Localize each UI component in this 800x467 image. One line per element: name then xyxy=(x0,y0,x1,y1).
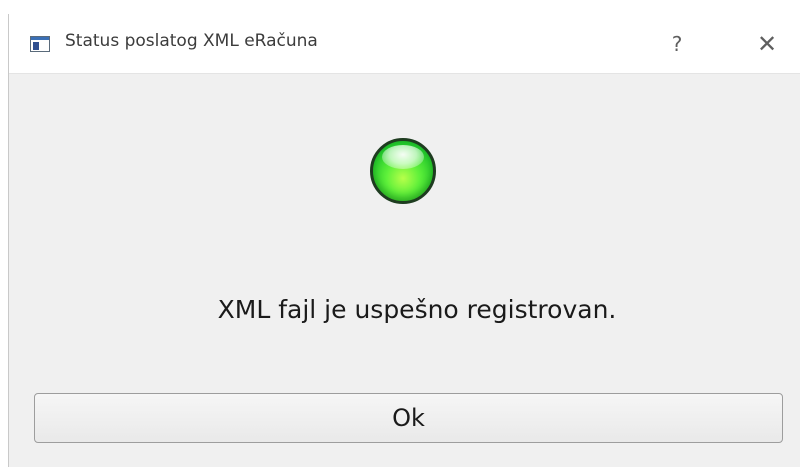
window-title: Status poslatog XML eRačuna xyxy=(65,31,318,51)
green-status-led-icon xyxy=(370,138,436,204)
help-button[interactable]: ? xyxy=(659,26,695,62)
app-window-icon xyxy=(30,36,50,52)
status-message: XML fajl je uspešno registrovan. xyxy=(217,295,617,324)
ok-button[interactable]: Ok xyxy=(34,393,783,443)
background-window-strip xyxy=(0,0,800,14)
title-bar[interactable]: Status poslatog XML eRačuna ? ✕ xyxy=(9,14,800,74)
close-button[interactable]: ✕ xyxy=(749,26,785,62)
status-dialog: Status poslatog XML eRačuna ? ✕ XML fajl… xyxy=(8,14,800,467)
